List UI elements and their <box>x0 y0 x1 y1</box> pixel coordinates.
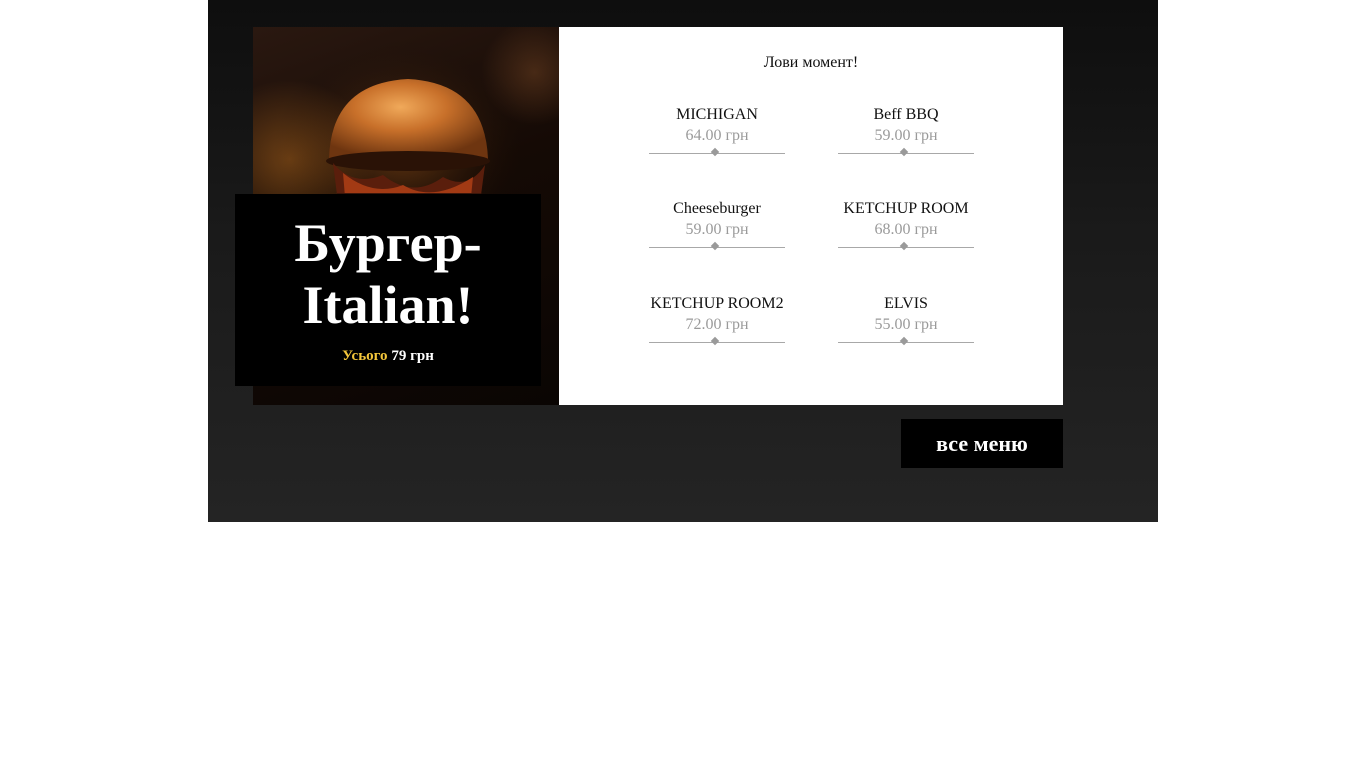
diamond-icon <box>899 336 909 346</box>
diamond-icon <box>710 147 720 157</box>
menu-item-name: KETCHUP ROOM2 <box>650 295 784 312</box>
diamond-icon <box>899 147 909 157</box>
menu-item-name: Beff BBQ <box>873 106 939 123</box>
menu-item-divider <box>838 241 974 251</box>
diamond-icon <box>710 241 720 251</box>
menu-item-price: 59.00 грн <box>685 221 749 238</box>
menu-item[interactable]: KETCHUP ROOM 68.00 грн <box>838 199 974 251</box>
menu-item-name: ELVIS <box>884 295 928 312</box>
diamond-icon <box>710 336 720 346</box>
menu-item-price: 59.00 грн <box>874 127 938 144</box>
menu-card: Лови момент! MICHIGAN 64.00 грн Beff BBQ… <box>559 27 1063 405</box>
menu-item-price: 72.00 грн <box>685 316 749 333</box>
menu-item-divider <box>838 336 974 346</box>
menu-item-name: MICHIGAN <box>676 106 758 123</box>
menu-item[interactable]: MICHIGAN 64.00 грн <box>649 105 785 157</box>
menu-item[interactable]: KETCHUP ROOM2 72.00 грн <box>649 294 785 346</box>
menu-item-price: 55.00 грн <box>874 316 938 333</box>
promo-price-value: 79 грн <box>391 348 434 364</box>
page: Бургер- Italian! Усього 79 грн Лови моме… <box>0 0 1366 768</box>
menu-item-name: KETCHUP ROOM <box>843 200 969 217</box>
diamond-icon <box>899 241 909 251</box>
promo-box: Бургер- Italian! Усього 79 грн <box>235 194 541 386</box>
all-menu-button[interactable]: все меню <box>901 419 1063 468</box>
promo-title: Бургер- Italian! <box>235 212 541 336</box>
menu-item-price: 68.00 грн <box>874 221 938 238</box>
promo-title-line-2: Italian! <box>302 275 474 335</box>
promo-price: Усього 79 грн <box>235 348 541 365</box>
promo-title-line-1: Бургер- <box>294 213 482 273</box>
menu-item[interactable]: Beff BBQ 59.00 грн <box>838 105 974 157</box>
menu-item[interactable]: Cheeseburger 59.00 грн <box>649 199 785 251</box>
menu-item-divider <box>649 147 785 157</box>
menu-item-divider <box>649 241 785 251</box>
menu-item-price: 64.00 грн <box>685 127 749 144</box>
menu-item-name: Cheeseburger <box>673 200 761 217</box>
menu-item[interactable]: ELVIS 55.00 грн <box>838 294 974 346</box>
promo-price-label: Усього <box>342 348 388 364</box>
menu-item-divider <box>838 147 974 157</box>
menu-heading: Лови момент! <box>763 54 859 71</box>
menu-item-divider <box>649 336 785 346</box>
